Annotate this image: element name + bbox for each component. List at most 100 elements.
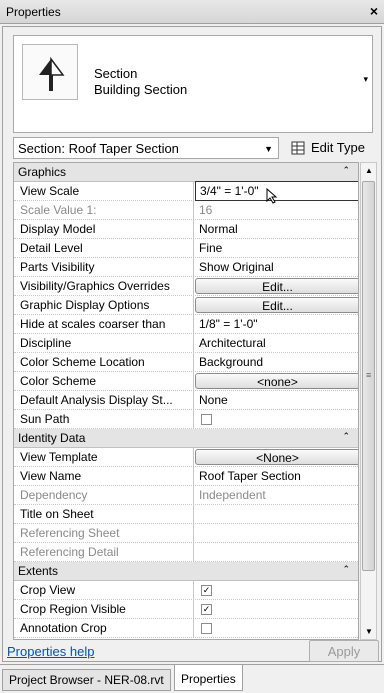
prop-value[interactable]: Roof Taper Section (195, 467, 358, 485)
chevron-down-icon[interactable]: ▾ (363, 74, 368, 85)
vertical-scrollbar[interactable]: ▲ ≡ ▼ (360, 162, 377, 640)
prop-value[interactable]: Background (195, 353, 358, 371)
prop-discipline[interactable]: Discipline Architectural (14, 334, 358, 353)
group-extents[interactable]: Extents ⌃ (14, 562, 358, 581)
prop-label: Default Analysis Display St... (14, 391, 194, 409)
grip-icon: ≡ (366, 370, 372, 380)
prop-label: Discipline (14, 334, 194, 352)
prop-vg-overrides[interactable]: Visibility/Graphics Overrides Edit... (14, 277, 358, 296)
chevron-down-icon[interactable]: ▼ (264, 144, 273, 154)
prop-parts-visibility[interactable]: Parts Visibility Show Original (14, 258, 358, 277)
prop-label: Visibility/Graphics Overrides (14, 277, 194, 295)
prop-referencing-sheet: Referencing Sheet (14, 524, 358, 543)
prop-label: Detail Level (14, 239, 194, 257)
edit-type-label: Edit Type (311, 140, 365, 155)
properties-panel: Section Building Section ▾ Section: Roof… (2, 26, 382, 662)
prop-view-scale[interactable]: View Scale 3/4" = 1'-0" (14, 181, 358, 204)
prop-label: Dependency (14, 486, 194, 504)
instance-filter-dropdown[interactable]: Section: Roof Taper Section ▼ (13, 137, 279, 159)
prop-label: Title on Sheet (14, 505, 194, 523)
instance-filter-value: Section: Roof Taper Section (18, 141, 179, 156)
prop-value[interactable] (195, 505, 358, 523)
annotation-crop-checkbox[interactable] (201, 623, 212, 634)
prop-display-model[interactable]: Display Model Normal (14, 220, 358, 239)
prop-label: View Scale (14, 182, 194, 200)
prop-label: Crop Region Visible (14, 600, 194, 618)
prop-color-scheme-location[interactable]: Color Scheme Location Background (14, 353, 358, 372)
prop-value[interactable]: Fine (195, 239, 358, 257)
group-label: Identity Data (18, 431, 86, 445)
apply-button[interactable]: Apply (309, 640, 379, 662)
prop-label: View Name (14, 467, 194, 485)
prop-value[interactable]: Show Original (195, 258, 358, 276)
group-label: Graphics (18, 165, 67, 179)
tab-properties[interactable]: Properties (174, 665, 243, 691)
edit-type-icon (291, 141, 305, 155)
prop-referencing-detail: Referencing Detail (14, 543, 358, 562)
scrollbar-thumb[interactable]: ≡ (362, 181, 375, 571)
vg-overrides-edit-button[interactable]: Edit... (195, 278, 358, 294)
close-icon[interactable]: × (370, 3, 378, 19)
type-selector[interactable]: Section Building Section ▾ (13, 35, 373, 133)
graphic-display-edit-button[interactable]: Edit... (195, 297, 358, 313)
scroll-down-icon[interactable]: ▼ (365, 627, 373, 636)
prop-label: Parts Visibility (14, 258, 194, 276)
prop-color-scheme[interactable]: Color Scheme <none> (14, 372, 358, 391)
prop-label: Scale Value 1: (14, 201, 194, 219)
prop-label: Color Scheme (14, 372, 194, 390)
group-graphics[interactable]: Graphics ⌃ (14, 163, 358, 182)
collapse-icon[interactable]: ⌃ (342, 431, 350, 442)
prop-label: View Template (14, 448, 194, 466)
prop-view-template[interactable]: View Template <None> (14, 448, 358, 467)
prop-value: Independent (199, 488, 266, 502)
view-template-button[interactable]: <None> (195, 449, 358, 465)
prop-scale-value: Scale Value 1: 16 (14, 201, 358, 220)
prop-view-name[interactable]: View Name Roof Taper Section (14, 467, 358, 486)
color-scheme-button[interactable]: <none> (195, 373, 358, 389)
prop-value[interactable]: Normal (195, 220, 358, 238)
properties-help-link[interactable]: Properties help (7, 644, 94, 659)
prop-value[interactable]: None (195, 391, 358, 409)
instance-bar: Section: Roof Taper Section ▼ Edit Type (13, 137, 373, 159)
tab-project-browser[interactable]: Project Browser - NER-08.rvt (2, 669, 171, 691)
sun-path-checkbox[interactable] (201, 414, 212, 425)
prop-value[interactable]: Architectural (195, 334, 358, 352)
crop-view-checkbox[interactable]: ✓ (201, 585, 212, 596)
prop-hide-scales[interactable]: Hide at scales coarser than 1/8" = 1'-0" (14, 315, 358, 334)
window-titlebar: Properties × (0, 0, 384, 24)
prop-value: 16 (199, 203, 213, 217)
group-label: Extents (18, 564, 59, 578)
prop-default-analysis[interactable]: Default Analysis Display St... None (14, 391, 358, 410)
prop-crop-region-visible[interactable]: Crop Region Visible ✓ (14, 600, 358, 619)
prop-label: Crop View (14, 581, 194, 599)
prop-label: Graphic Display Options (14, 296, 194, 314)
prop-title-on-sheet[interactable]: Title on Sheet (14, 505, 358, 524)
prop-value (195, 524, 358, 542)
collapse-icon[interactable]: ⌃ (342, 165, 350, 176)
panel-tabs: Project Browser - NER-08.rvt Properties (0, 664, 384, 693)
type-family-label: Section (94, 66, 138, 81)
prop-sun-path[interactable]: Sun Path (14, 410, 358, 429)
type-name-label: Building Section (94, 82, 188, 97)
prop-label: Referencing Sheet (14, 524, 194, 542)
prop-label: Sun Path (14, 410, 194, 428)
section-view-icon (22, 44, 78, 100)
window-title: Properties (6, 5, 61, 19)
edit-type-button[interactable]: Edit Type (287, 137, 377, 159)
prop-label: Annotation Crop (14, 619, 194, 637)
properties-grid: Graphics ⌃ View Scale 3/4" = 1'-0" Scale… (13, 162, 359, 640)
prop-label: Referencing Detail (14, 543, 194, 561)
prop-label: Display Model (14, 220, 194, 238)
prop-graphic-display-options[interactable]: Graphic Display Options Edit... (14, 296, 358, 315)
prop-annotation-crop[interactable]: Annotation Crop (14, 619, 358, 638)
prop-label: Hide at scales coarser than (14, 315, 194, 333)
group-identity-data[interactable]: Identity Data ⌃ (14, 429, 358, 448)
prop-value (195, 543, 358, 561)
collapse-icon[interactable]: ⌃ (342, 564, 350, 575)
prop-crop-view[interactable]: Crop View ✓ (14, 581, 358, 600)
scroll-up-icon[interactable]: ▲ (365, 166, 373, 175)
prop-detail-level[interactable]: Detail Level Fine (14, 239, 358, 258)
prop-value[interactable]: 1/8" = 1'-0" (195, 315, 358, 333)
crop-region-visible-checkbox[interactable]: ✓ (201, 604, 212, 615)
prop-dependency: Dependency Independent (14, 486, 358, 505)
